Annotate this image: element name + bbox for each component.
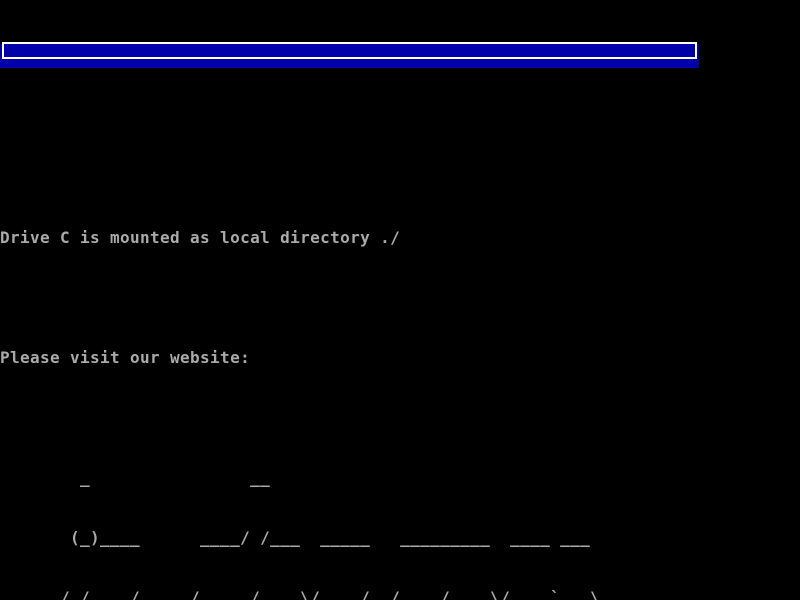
terminal-line-mount-message: Drive C is mounted as local directory ./ xyxy=(0,228,620,248)
terminal-line-website-message: Please visit our website: xyxy=(0,348,620,368)
terminal-text: Drive C is mounted as local directory ./… xyxy=(0,8,620,600)
jsdos-ascii-logo-row: _ __ xyxy=(0,468,620,488)
jsdos-ascii-logo-row: / / ___/_____/ __ / __ \/ ___/ / ___/ __… xyxy=(0,588,620,600)
terminal-line xyxy=(0,288,620,308)
dos-terminal-screen[interactable]: Drive C is mounted as local directory ./… xyxy=(0,0,800,600)
terminal-line xyxy=(0,408,620,428)
jsdos-ascii-logo-row: (_)____ ____/ /___ _____ _________ ____ … xyxy=(0,528,620,548)
terminal-line xyxy=(0,48,620,68)
terminal-line xyxy=(0,168,620,188)
terminal-line xyxy=(0,108,620,128)
